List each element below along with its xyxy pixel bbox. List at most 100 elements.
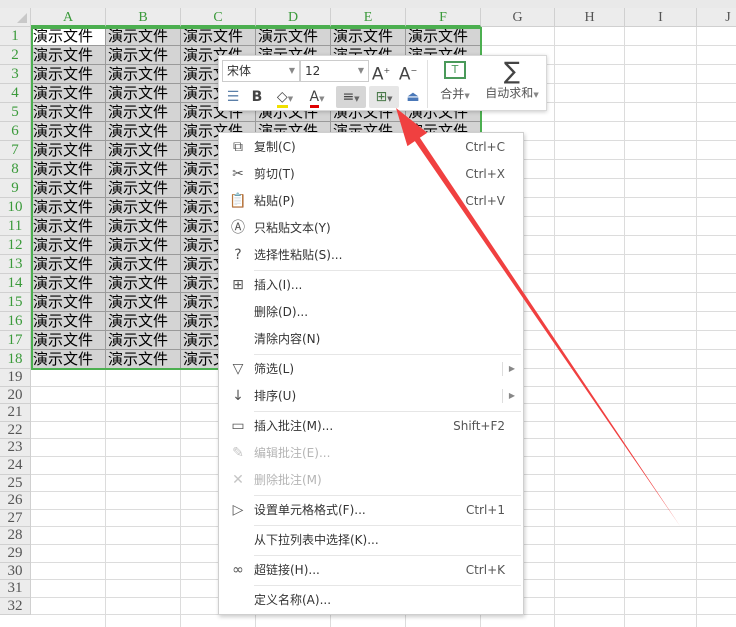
column-header-d[interactable]: D bbox=[256, 8, 331, 27]
menu-item-14[interactable]: 从下拉列表中选择(K)... bbox=[219, 527, 523, 554]
cell-a2[interactable]: 演示文件 bbox=[31, 46, 106, 65]
cell-b10[interactable]: 演示文件 bbox=[106, 198, 181, 217]
menu-item-6[interactable]: 删除(D)... bbox=[219, 299, 523, 326]
shrink-font-button[interactable]: A− bbox=[397, 60, 419, 85]
row-header-1[interactable]: 1 bbox=[0, 27, 31, 46]
borders-button[interactable]: ⊞▼ bbox=[369, 86, 399, 108]
column-header-e[interactable]: E bbox=[331, 8, 406, 27]
cell-a10[interactable]: 演示文件 bbox=[31, 198, 106, 217]
cell-a6[interactable]: 演示文件 bbox=[31, 122, 106, 141]
format-painter-button[interactable]: ⏏ bbox=[403, 86, 423, 108]
align-button[interactable]: ≡▼ bbox=[336, 86, 366, 108]
row-header-13[interactable]: 13 bbox=[0, 255, 31, 274]
cell-b15[interactable]: 演示文件 bbox=[106, 293, 181, 312]
row-header-19[interactable]: 19 bbox=[0, 369, 31, 387]
row-header-10[interactable]: 10 bbox=[0, 198, 31, 217]
grow-font-button[interactable]: A+ bbox=[370, 60, 392, 85]
cell-a16[interactable]: 演示文件 bbox=[31, 312, 106, 331]
menu-item-10[interactable]: ▭ 插入批注(M)... Shift+F2 bbox=[219, 413, 523, 440]
cell-b6[interactable]: 演示文件 bbox=[106, 122, 181, 141]
cell-b12[interactable]: 演示文件 bbox=[106, 236, 181, 255]
column-header-b[interactable]: B bbox=[106, 8, 181, 27]
menu-item-1[interactable]: ✂ 剪切(T) Ctrl+X bbox=[219, 161, 523, 188]
column-header-f[interactable]: F bbox=[406, 8, 481, 27]
cell-a18[interactable]: 演示文件 bbox=[31, 350, 106, 369]
cell-b13[interactable]: 演示文件 bbox=[106, 255, 181, 274]
menu-item-2[interactable]: 📋 粘贴(P) Ctrl+V bbox=[219, 188, 523, 215]
font-color-button[interactable]: A▼ bbox=[303, 86, 331, 108]
autosum-button[interactable]: ∑ 自动求和▼ bbox=[481, 58, 543, 101]
column-header-h[interactable]: H bbox=[555, 8, 625, 27]
cell-b9[interactable]: 演示文件 bbox=[106, 179, 181, 198]
row-header-14[interactable]: 14 bbox=[0, 274, 31, 293]
row-header-23[interactable]: 23 bbox=[0, 439, 31, 457]
cell-a14[interactable]: 演示文件 bbox=[31, 274, 106, 293]
cell-b4[interactable]: 演示文件 bbox=[106, 84, 181, 103]
cell-e1[interactable]: 演示文件 bbox=[331, 27, 406, 46]
menu-item-13[interactable]: ▷ 设置单元格格式(F)... Ctrl+1 bbox=[219, 497, 523, 524]
cell-d1[interactable]: 演示文件 bbox=[256, 27, 331, 46]
cell-a3[interactable]: 演示文件 bbox=[31, 65, 106, 84]
menu-item-3[interactable]: Ⓐ 只粘贴文本(Y) bbox=[219, 215, 523, 242]
row-header-25[interactable]: 25 bbox=[0, 474, 31, 493]
row-header-16[interactable]: 16 bbox=[0, 312, 31, 331]
cell-a13[interactable]: 演示文件 bbox=[31, 255, 106, 274]
cell-b8[interactable]: 演示文件 bbox=[106, 160, 181, 179]
column-header-a[interactable]: A bbox=[31, 8, 106, 27]
row-header-5[interactable]: 5 bbox=[0, 103, 31, 122]
menu-item-7[interactable]: 清除内容(N) bbox=[219, 326, 523, 353]
cell-c1[interactable]: 演示文件 bbox=[181, 27, 256, 46]
row-header-21[interactable]: 21 bbox=[0, 404, 31, 422]
row-header-11[interactable]: 11 bbox=[0, 217, 31, 236]
cell-a1[interactable]: 演示文件 bbox=[31, 27, 106, 46]
menu-item-4[interactable]: ? 选择性粘贴(S)... bbox=[219, 242, 523, 269]
cell-b1[interactable]: 演示文件 bbox=[106, 27, 181, 46]
row-header-28[interactable]: 28 bbox=[0, 527, 31, 545]
cell-b7[interactable]: 演示文件 bbox=[106, 141, 181, 160]
cell-a7[interactable]: 演示文件 bbox=[31, 141, 106, 160]
menu-item-16[interactable]: 定义名称(A)... bbox=[219, 587, 523, 614]
row-header-8[interactable]: 8 bbox=[0, 160, 31, 179]
row-header-26[interactable]: 26 bbox=[0, 492, 31, 510]
row-header-32[interactable]: 32 bbox=[0, 597, 31, 616]
cell-b17[interactable]: 演示文件 bbox=[106, 331, 181, 350]
menu-item-15[interactable]: ∞ 超链接(H)... Ctrl+K bbox=[219, 557, 523, 584]
cell-a4[interactable]: 演示文件 bbox=[31, 84, 106, 103]
row-header-29[interactable]: 29 bbox=[0, 545, 31, 563]
column-header-c[interactable]: C bbox=[181, 8, 256, 27]
row-header-9[interactable]: 9 bbox=[0, 179, 31, 198]
row-header-18[interactable]: 18 bbox=[0, 350, 31, 369]
column-header-g[interactable]: G bbox=[481, 8, 555, 27]
cell-b18[interactable]: 演示文件 bbox=[106, 350, 181, 369]
menu-item-0[interactable]: ⧉ 复制(C) Ctrl+C bbox=[219, 134, 523, 161]
fill-color-button[interactable]: ◇▼ bbox=[271, 86, 299, 108]
font-name-select[interactable]: 宋体 ▼ bbox=[222, 60, 300, 82]
row-header-30[interactable]: 30 bbox=[0, 562, 31, 581]
font-size-select[interactable]: 12 ▼ bbox=[300, 60, 369, 82]
row-header-3[interactable]: 3 bbox=[0, 65, 31, 84]
bold-button[interactable]: B bbox=[247, 86, 267, 108]
select-all-corner[interactable] bbox=[0, 8, 31, 27]
row-header-6[interactable]: 6 bbox=[0, 122, 31, 141]
row-header-24[interactable]: 24 bbox=[0, 457, 31, 475]
menu-item-8[interactable]: ▽ 筛选(L) ▶ bbox=[219, 356, 523, 383]
row-header-15[interactable]: 15 bbox=[0, 293, 31, 312]
wrap-text-button[interactable]: ☰ bbox=[223, 86, 243, 108]
cell-a8[interactable]: 演示文件 bbox=[31, 160, 106, 179]
menu-item-9[interactable]: ↓ 排序(U) ▶ bbox=[219, 383, 523, 410]
cell-b11[interactable]: 演示文件 bbox=[106, 217, 181, 236]
row-header-12[interactable]: 12 bbox=[0, 236, 31, 255]
row-header-7[interactable]: 7 bbox=[0, 141, 31, 160]
row-header-27[interactable]: 27 bbox=[0, 509, 31, 528]
cell-b3[interactable]: 演示文件 bbox=[106, 65, 181, 84]
cell-a5[interactable]: 演示文件 bbox=[31, 103, 106, 122]
cell-a11[interactable]: 演示文件 bbox=[31, 217, 106, 236]
column-header-j[interactable]: J bbox=[697, 8, 736, 27]
menu-item-5[interactable]: ⊞ 插入(I)... bbox=[219, 272, 523, 299]
row-header-17[interactable]: 17 bbox=[0, 331, 31, 350]
cell-a15[interactable]: 演示文件 bbox=[31, 293, 106, 312]
row-header-4[interactable]: 4 bbox=[0, 84, 31, 103]
cell-a9[interactable]: 演示文件 bbox=[31, 179, 106, 198]
column-header-i[interactable]: I bbox=[625, 8, 697, 27]
row-header-2[interactable]: 2 bbox=[0, 46, 31, 65]
